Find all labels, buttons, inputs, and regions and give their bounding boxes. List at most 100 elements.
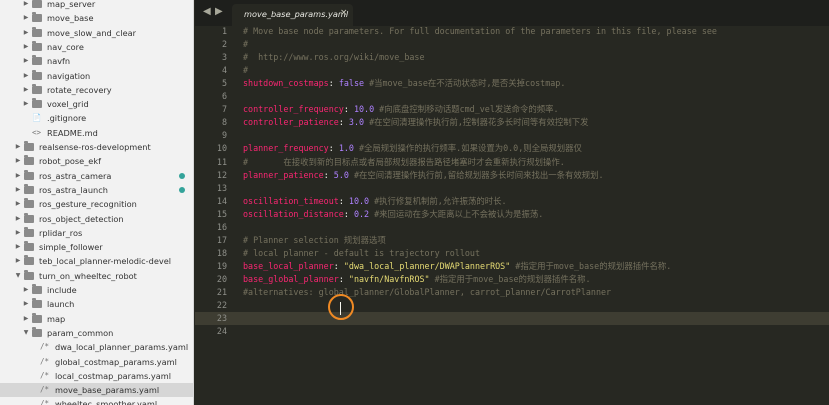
tree-folder[interactable]: ▶ simple_follower (0, 240, 193, 254)
chevron-right-icon[interactable]: ▶ (22, 11, 30, 25)
tree-item-label: rplidar_ros (39, 227, 83, 238)
line-number: 4 (221, 65, 227, 76)
tree-folder[interactable]: ▶ voxel_grid (0, 97, 193, 111)
line-number: 8 (221, 117, 227, 128)
chevron-right-icon[interactable]: ▶ (22, 26, 30, 40)
tree-folder[interactable]: ▶ ros_gesture_recognition (0, 197, 193, 211)
tree-item-label: .gitignore (47, 113, 87, 124)
folder-icon (24, 198, 34, 209)
chevron-right-icon[interactable]: ▶ (14, 254, 22, 268)
tree-item-label: launch (47, 299, 75, 310)
tree-item-label: nav_core (47, 41, 84, 52)
chevron-right-icon[interactable]: ▶ (14, 140, 22, 154)
line-number: 12 (216, 169, 227, 180)
chevron-right-icon[interactable]: ▶ (14, 197, 22, 211)
tree-file[interactable]: /* local_costmap_params.yaml (0, 369, 193, 383)
tree-item-label: navfn (47, 56, 71, 67)
chevron-right-icon[interactable]: ▶ (14, 183, 22, 197)
file-icon: /* (40, 342, 50, 352)
line-number: 5 (221, 78, 227, 89)
line-number: 9 (221, 130, 227, 141)
tab-move-base-params[interactable]: move_base_params.yaml × (232, 4, 353, 26)
chevron-right-icon[interactable]: ▶ (22, 54, 30, 68)
code-line: # Planner selection 规划器选项 (243, 234, 386, 245)
tab-scroll-right-icon[interactable]: ▶ (215, 6, 223, 17)
tree-folder[interactable]: ▶ move_base (0, 11, 193, 25)
code-line: shutdown_costmaps: false #当move_base在不活动… (243, 78, 566, 89)
tree-folder[interactable]: ▶ rotate_recovery (0, 83, 193, 97)
tree-folder[interactable]: ▶ include (0, 283, 193, 297)
code-line: # local planner - default is trajectory … (243, 247, 480, 258)
chevron-right-icon[interactable]: ▶ (14, 212, 22, 226)
tree-folder[interactable]: ▶ teb_local_planner-melodic-devel (0, 254, 193, 268)
folder-icon (32, 12, 42, 23)
tree-folder[interactable]: ▶ realsense-ros-development (0, 140, 193, 154)
code-line: #alternatives: global_planner/GlobalPlan… (243, 287, 612, 297)
folder-icon (32, 0, 42, 8)
chevron-down-icon[interactable]: ▼ (22, 326, 30, 340)
tree-folder[interactable]: ▶ ros_astra_launch (0, 183, 193, 197)
tree-item-label: wheeltec_smoother.yaml (55, 399, 158, 405)
tree-item-label: simple_follower (39, 242, 103, 253)
tree-folder[interactable]: ▶ navigation (0, 69, 193, 83)
tree-folder[interactable]: ▶ robot_pose_ekf (0, 154, 193, 168)
folder-icon (24, 269, 34, 280)
tree-file[interactable]: 📄 .gitignore (0, 111, 193, 125)
tree-folder[interactable]: ▼ turn_on_wheeltec_robot (0, 269, 193, 283)
tab-scroll-left-icon[interactable]: ◀ (203, 6, 211, 17)
tree-folder[interactable]: ▶ ros_astra_camera (0, 169, 193, 183)
code-line: controller_frequency: 10.0 #向底盘控制移动话题cmd… (243, 104, 559, 115)
chevron-right-icon[interactable]: ▶ (14, 169, 22, 183)
close-tab-icon[interactable]: × (340, 8, 348, 18)
tree-file[interactable]: /* dwa_local_planner_params.yaml (0, 340, 193, 354)
tree-file[interactable]: <> README.md (0, 126, 193, 140)
tree-file[interactable]: /* move_base_params.yaml (0, 383, 193, 398)
chevron-right-icon[interactable]: ▶ (14, 240, 22, 254)
line-number: 17 (216, 234, 227, 245)
tree-folder[interactable]: ▶ ros_object_detection (0, 212, 193, 226)
tree-folder[interactable]: ▶ launch (0, 297, 193, 311)
folder-icon (24, 212, 34, 223)
tree-folder[interactable]: ▶ navfn (0, 54, 193, 68)
chevron-right-icon[interactable]: ▶ (22, 40, 30, 54)
file-icon: <> (32, 127, 42, 137)
tree-folder[interactable]: ▼ param_common (0, 326, 193, 340)
tree-item-label: map_server (47, 0, 96, 9)
tree-file[interactable]: /* global_costmap_params.yaml (0, 355, 193, 369)
tree-file[interactable]: /* wheeltec_smoother.yaml (0, 397, 193, 405)
code-line: controller_patience: 3.0 #在空间清理操作执行前,控制器… (243, 117, 589, 128)
chevron-right-icon[interactable]: ▶ (14, 226, 22, 240)
tree-item-label: ros_gesture_recognition (39, 199, 137, 210)
code-editor[interactable]: 1 2 3 4 5 6 7 8 9 10 11 12 13 14 15 16 17 18 19 20 21 22 23 24 … (195, 26, 829, 405)
code-line: planner_frequency: 1.0 #全局规划操作的执行频率.如果设置… (243, 143, 582, 154)
chevron-right-icon[interactable]: ▶ (22, 297, 30, 311)
chevron-right-icon[interactable]: ▶ (14, 154, 22, 168)
chevron-right-icon[interactable]: ▶ (22, 69, 30, 83)
tree-item-label: map (47, 313, 66, 324)
chevron-down-icon[interactable]: ▼ (14, 269, 22, 283)
folder-icon (24, 226, 34, 237)
tree-folder[interactable]: ▶ move_slow_and_clear (0, 26, 193, 40)
line-number: 16 (216, 221, 227, 232)
folder-icon (32, 55, 42, 66)
line-number: 24 (216, 326, 227, 337)
git-status-dot (179, 186, 185, 193)
line-number: 10 (216, 143, 227, 154)
code-line: base_global_planner: "navfn/NavfnROS" #指… (243, 273, 591, 284)
tree-item-label: include (47, 285, 77, 295)
tree-folder[interactable]: ▶ map_server (0, 0, 193, 11)
tree-folder[interactable]: ▶ rplidar_ros (0, 226, 193, 240)
tree-item-label: ros_astra_launch (39, 184, 108, 195)
line-number: 13 (216, 182, 227, 193)
folder-icon (24, 169, 34, 180)
chevron-right-icon[interactable]: ▶ (22, 283, 30, 297)
line-number: 3 (221, 52, 227, 63)
tree-folder[interactable]: ▶ map (0, 312, 193, 326)
chevron-right-icon[interactable]: ▶ (22, 0, 30, 11)
tree-folder[interactable]: ▶ nav_core (0, 40, 193, 54)
folder-icon (32, 83, 42, 94)
chevron-right-icon[interactable]: ▶ (22, 312, 30, 326)
chevron-right-icon[interactable]: ▶ (22, 83, 30, 97)
chevron-right-icon[interactable]: ▶ (22, 97, 30, 111)
folder-icon (32, 26, 42, 37)
